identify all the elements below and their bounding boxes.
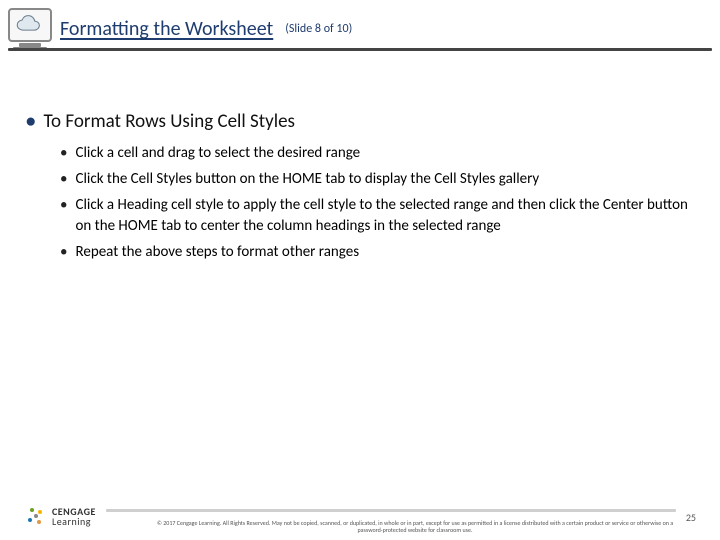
brand-logo: CENGAGE Learning	[28, 507, 96, 526]
list-item-text: Repeat the above steps to format other r…	[75, 242, 359, 264]
top-point-text: To Format Rows Using Cell Styles	[43, 110, 295, 133]
bullet-icon: •	[26, 112, 35, 131]
list-item-text: Click a Heading cell style to apply the …	[75, 195, 694, 239]
footer-rule	[106, 509, 676, 512]
list-item: • Click a Heading cell style to apply th…	[60, 195, 694, 239]
monitor-frame-icon	[8, 8, 52, 42]
bullet-icon: •	[60, 143, 67, 165]
page-number: 25	[686, 511, 696, 524]
list-item: • Click a cell and drag to select the de…	[60, 143, 694, 165]
list-item-text: Click a cell and drag to select the desi…	[75, 143, 360, 165]
sub-bullet-list: • Click a cell and drag to select the de…	[60, 143, 694, 264]
bullet-icon: •	[60, 195, 67, 239]
list-item-text: Click the Cell Styles button on the HOME…	[75, 169, 539, 191]
monitor-icon-column	[8, 8, 52, 50]
slide-title: Formatting the Worksheet	[60, 17, 273, 41]
brand-mark-icon	[28, 508, 46, 526]
slide: Formatting the Worksheet (Slide 8 of 10)…	[0, 0, 720, 540]
slide-body: • To Format Rows Using Cell Styles • Cli…	[26, 110, 694, 268]
bullet-icon: •	[60, 169, 67, 191]
list-item: • Repeat the above steps to format other…	[60, 242, 694, 264]
slide-counter: (Slide 8 of 10)	[285, 22, 352, 36]
list-item: • Click the Cell Styles button on the HO…	[60, 169, 694, 191]
brand-text: CENGAGE Learning	[52, 507, 96, 526]
header: Formatting the Worksheet (Slide 8 of 10)	[8, 8, 712, 50]
top-bullet-row: • To Format Rows Using Cell Styles	[26, 110, 694, 133]
title-rule	[8, 48, 712, 51]
cloud-icon	[13, 14, 47, 36]
bullet-icon: •	[60, 242, 67, 264]
copyright-text: © 2017 Cengage Learning. All Rights Rese…	[150, 520, 680, 534]
brand-line2: Learning	[52, 517, 96, 527]
